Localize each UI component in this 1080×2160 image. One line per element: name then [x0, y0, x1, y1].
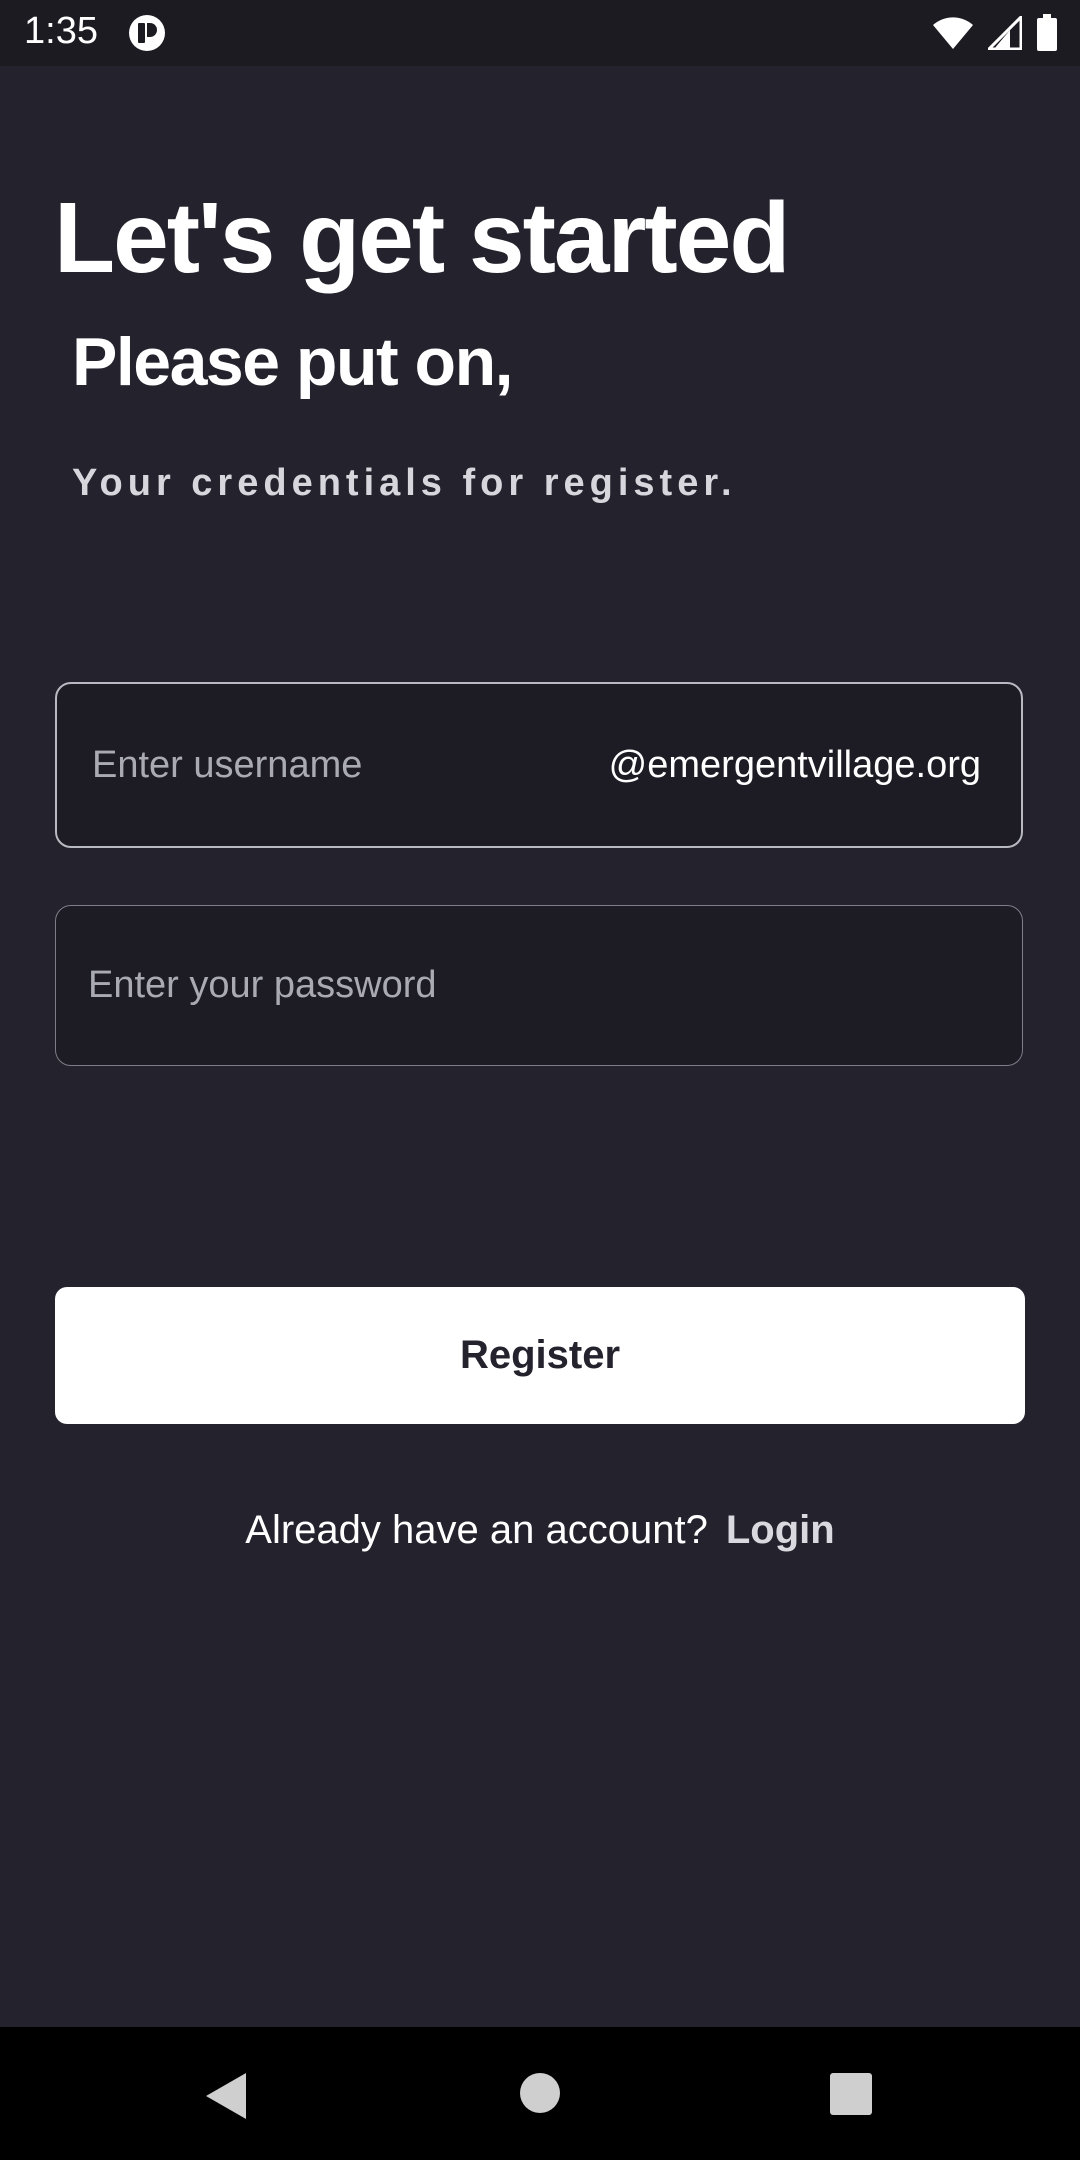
username-field: @emergentvillage.org	[55, 682, 1023, 848]
status-bar: 1:35	[0, 0, 1080, 66]
register-button[interactable]: Register	[55, 1287, 1025, 1424]
register-screen: 1:35 Let's get started Please put on, Yo…	[0, 0, 1080, 2160]
login-link[interactable]: Login	[726, 1508, 835, 1552]
recents-icon[interactable]	[830, 2073, 872, 2115]
cell-signal-icon	[988, 16, 1022, 50]
notification-app-icon	[129, 15, 165, 51]
login-prompt-row: Already have an account? Login	[0, 1500, 1080, 1560]
status-icons	[932, 14, 1058, 52]
password-field	[55, 905, 1023, 1066]
page-caption: Your credentials for register.	[72, 462, 737, 504]
username-domain-suffix: @emergentvillage.org	[608, 743, 981, 786]
home-icon[interactable]	[520, 2073, 560, 2113]
battery-icon	[1037, 14, 1057, 51]
page-subtitle: Please put on,	[72, 324, 514, 400]
login-prompt-text: Already have an account?	[245, 1508, 708, 1552]
wifi-icon	[933, 17, 973, 49]
back-icon[interactable]	[204, 2071, 248, 2121]
page-title: Let's get started	[54, 182, 790, 294]
password-input[interactable]	[56, 906, 1022, 1065]
system-nav-bar	[0, 2027, 1080, 2160]
status-time: 1:35	[24, 10, 98, 52]
